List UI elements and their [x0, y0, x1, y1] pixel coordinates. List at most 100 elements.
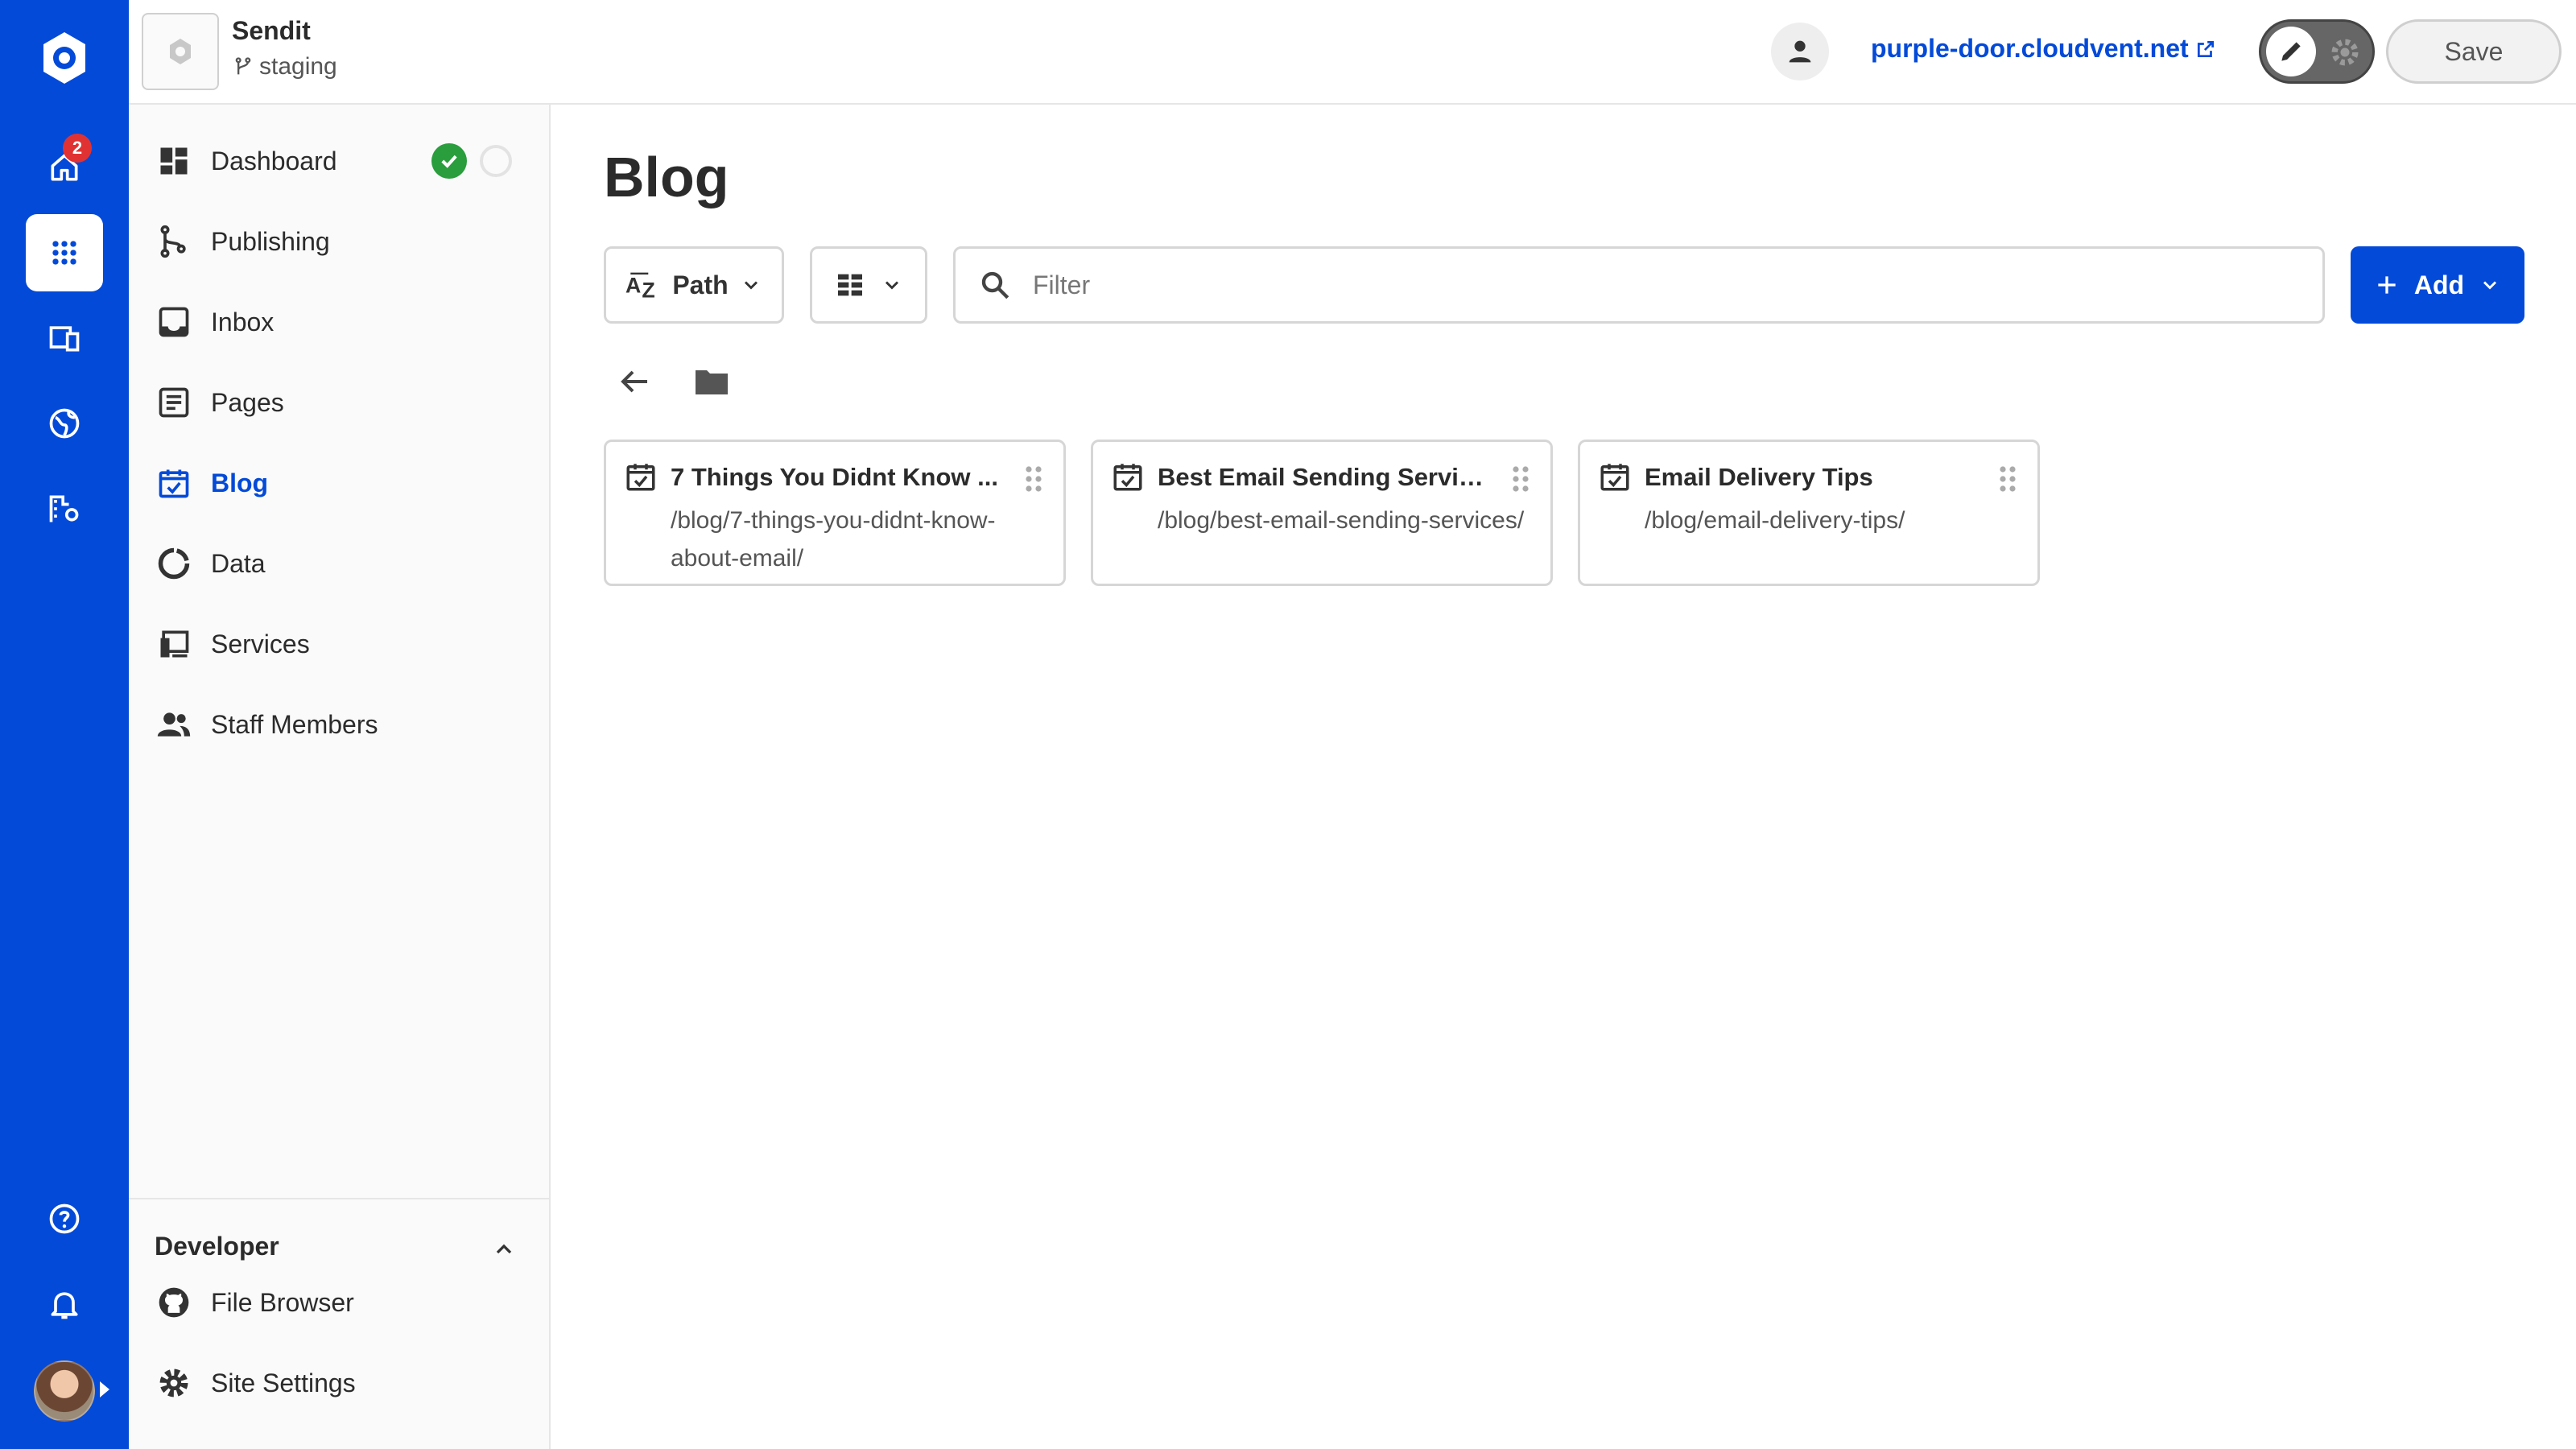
grid-view-icon — [838, 274, 862, 296]
building-settings-icon — [49, 495, 79, 522]
sidebar-item-label: Inbox — [211, 307, 275, 336]
card-title: 7 Things You Didnt Know ... — [671, 463, 998, 491]
sidebar-item-label: Site Settings — [211, 1368, 356, 1397]
rail-globe-button[interactable] — [26, 385, 103, 462]
publishing-icon — [160, 225, 186, 258]
view-mode-button[interactable] — [810, 246, 927, 324]
drag-handle-icon[interactable] — [1997, 464, 2018, 493]
back-arrow-icon[interactable] — [615, 362, 654, 401]
devices-icon — [49, 326, 80, 352]
sidebar-item-label: Blog — [211, 468, 269, 497]
account-button[interactable] — [1771, 23, 1829, 80]
site-name[interactable]: Sendit — [232, 16, 311, 46]
help-icon — [49, 1203, 80, 1234]
github-icon — [159, 1287, 189, 1318]
gear-icon — [159, 1368, 188, 1397]
sidebar-item-publishing[interactable]: Publishing — [156, 217, 526, 266]
cloudcannon-logo-icon[interactable] — [32, 26, 97, 90]
rail-notifications-button[interactable] — [26, 1265, 103, 1343]
top-bar: Sendit staging purple-door.cloudvent.net… — [129, 0, 2576, 105]
apps-grid-icon — [52, 241, 76, 265]
rail-org-settings-button[interactable] — [26, 470, 103, 547]
sidebar-item-data[interactable]: Data — [156, 539, 526, 588]
bell-icon — [51, 1292, 78, 1319]
dashboard-status — [431, 143, 512, 179]
blog-calendar-icon — [159, 469, 189, 498]
inbox-icon — [159, 307, 189, 337]
dashboard-icon — [160, 147, 188, 175]
sort-az-icon: AZ — [625, 272, 655, 301]
save-button[interactable]: Save — [2386, 19, 2562, 84]
site-logo-placeholder-icon — [170, 39, 191, 64]
sidebar-item-label: Publishing — [211, 226, 330, 256]
drag-handle-icon[interactable] — [1023, 464, 1044, 493]
blog-post-card[interactable]: 7 Things You Didnt Know ... /blog/7-thin… — [604, 440, 1066, 586]
user-icon — [1789, 40, 1811, 63]
sidebar-item-staff-members[interactable]: Staff Members — [156, 700, 526, 749]
site-url-text: purple-door.cloudvent.net — [1871, 34, 2189, 63]
blog-post-card[interactable]: Best Email Sending Services /blog/best-e… — [1091, 440, 1553, 586]
app-rail: 2 — [0, 0, 129, 1449]
sidebar-item-label: Dashboard — [211, 146, 337, 175]
sidebar-item-inbox[interactable]: Inbox — [156, 298, 526, 346]
branch-name: staging — [259, 53, 337, 80]
sidebar-item-pages[interactable]: Pages — [156, 378, 526, 427]
blog-post-card[interactable]: Email Delivery Tips /blog/email-delivery… — [1578, 440, 2040, 586]
user-avatar[interactable] — [34, 1360, 95, 1422]
sidebar-item-label: Staff Members — [211, 709, 378, 739]
sort-button[interactable]: AZ Path — [604, 246, 784, 324]
card-title: Email Delivery Tips — [1645, 463, 1873, 491]
toggle-knob — [2266, 27, 2316, 76]
sidebar-item-site-settings[interactable]: Site Settings — [156, 1359, 526, 1407]
gear-icon — [2331, 39, 2359, 66]
services-icon — [160, 630, 189, 658]
filter-field[interactable] — [953, 246, 2325, 324]
chevron-down-icon — [885, 281, 899, 290]
chevron-up-icon[interactable] — [491, 1236, 517, 1262]
sidebar-item-file-browser[interactable]: File Browser — [156, 1278, 526, 1327]
edit-mode-toggle[interactable] — [2259, 19, 2375, 84]
sidebar-item-blog[interactable]: Blog — [156, 459, 526, 507]
sidebar-item-label: Pages — [211, 387, 284, 417]
sidebar-item-label: Services — [211, 629, 310, 658]
external-link-icon — [2197, 40, 2214, 57]
add-label: Add — [2413, 270, 2465, 299]
caret-right-icon[interactable] — [100, 1381, 109, 1397]
card-path: /blog/best-email-sending-services/ — [1158, 507, 1525, 534]
pencil-icon — [2281, 42, 2301, 61]
chevron-down-icon — [744, 281, 758, 290]
pages-icon — [159, 387, 189, 418]
rail-home-button[interactable]: 2 — [26, 129, 103, 206]
rail-help-button[interactable] — [26, 1180, 103, 1257]
calendar-check-icon — [1600, 464, 1629, 491]
data-icon — [158, 547, 190, 580]
rail-devices-button[interactable] — [26, 299, 103, 377]
branch-icon — [235, 57, 251, 75]
developer-section-title[interactable]: Developer — [155, 1232, 279, 1261]
svg-text:Z: Z — [642, 279, 655, 301]
empty-status-icon — [480, 145, 512, 177]
svg-text:A: A — [625, 273, 641, 297]
sidebar-item-label: File Browser — [211, 1287, 354, 1317]
card-path: /blog/7-things-you-didnt-know-about-emai… — [671, 507, 996, 572]
calendar-check-icon — [1113, 464, 1142, 491]
sidebar-item-services[interactable]: Services — [156, 620, 526, 668]
check-circle-icon — [431, 143, 467, 179]
sort-label: Path — [672, 270, 729, 299]
people-icon — [157, 712, 191, 737]
sidebar: Dashboard Publishing Inbox Pages Blog Da… — [129, 105, 551, 1449]
calendar-check-icon — [626, 464, 655, 491]
developer-section: Developer File Browser Site Settings — [129, 1198, 549, 1449]
add-button[interactable]: Add — [2351, 246, 2524, 324]
site-url-link[interactable]: purple-door.cloudvent.net — [1871, 34, 2216, 64]
filter-input[interactable] — [1033, 270, 2240, 300]
site-thumbnail[interactable] — [142, 13, 219, 90]
branch-indicator[interactable]: staging — [232, 53, 337, 80]
drag-handle-icon[interactable] — [1510, 464, 1531, 493]
globe-icon — [49, 408, 80, 439]
card-title: Best Email Sending Services — [1158, 463, 1496, 491]
rail-apps-button[interactable] — [26, 214, 103, 291]
search-icon — [981, 271, 1009, 299]
folder-icon[interactable] — [692, 362, 731, 401]
plus-icon — [2378, 276, 2396, 294]
